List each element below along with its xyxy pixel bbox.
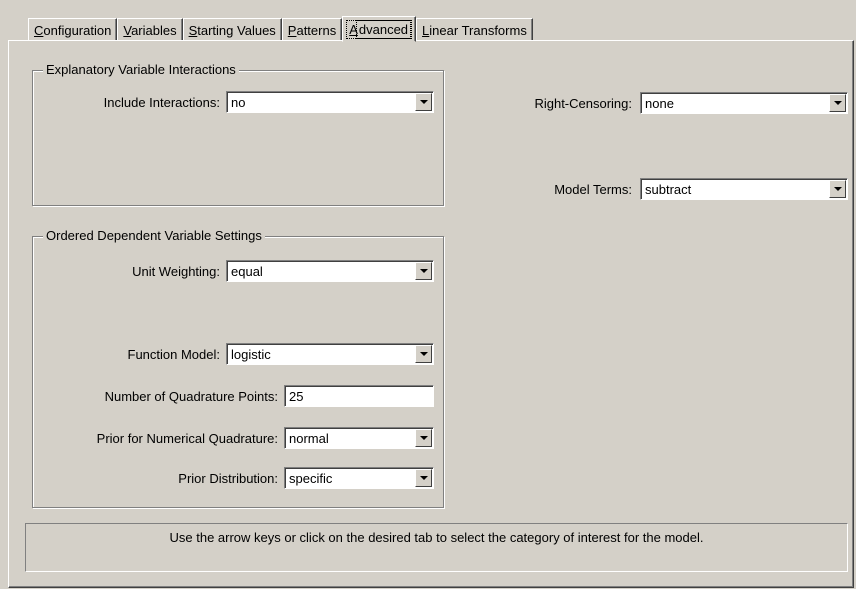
unit-weighting-value: equal [231, 264, 263, 279]
include-interactions-dropdown-button[interactable] [415, 93, 432, 111]
prior-quadrature-label: Prior for Numerical Quadrature: [96, 431, 278, 446]
right-censoring-label: Right-Censoring: [534, 96, 632, 111]
unit-weighting-dropdown-button[interactable] [415, 262, 432, 280]
model-terms-label: Model Terms: [554, 182, 632, 197]
tab-patterns[interactable]: Patterns [281, 18, 343, 41]
right-censoring-value: none [645, 96, 674, 111]
model-terms-dropdown-button[interactable] [829, 180, 846, 198]
chevron-down-icon [419, 436, 428, 440]
chevron-down-icon [833, 101, 842, 105]
ordered-dv-group-title: Ordered Dependent Variable Settings [43, 228, 265, 243]
include-interactions-value: no [231, 95, 246, 110]
prior-quadrature-select[interactable]: normal [284, 427, 434, 449]
prior-distribution-value: specific [289, 471, 333, 486]
function-model-value: logistic [231, 347, 271, 362]
unit-weighting-select[interactable]: equal [226, 260, 434, 282]
prior-quadrature-dropdown-button[interactable] [415, 429, 432, 447]
help-text-panel: Use the arrow keys or click on the desir… [25, 523, 848, 572]
model-terms-select[interactable]: subtract [640, 178, 848, 200]
chevron-down-icon [419, 352, 428, 356]
tab-strip: Configuration Variables Starting Values … [28, 16, 533, 42]
include-interactions-select[interactable]: no [226, 91, 434, 113]
prior-distribution-select[interactable]: specific [284, 467, 434, 489]
prior-distribution-label: Prior Distribution: [178, 471, 278, 486]
interactions-group-title: Explanatory Variable Interactions [43, 62, 239, 77]
chevron-down-icon [419, 476, 428, 480]
chevron-down-icon [833, 187, 842, 191]
include-interactions-label: Include Interactions: [103, 95, 220, 110]
tab-configuration[interactable]: Configuration [28, 18, 118, 41]
model-terms-value: subtract [645, 182, 692, 197]
right-censoring-select[interactable]: none [640, 92, 848, 114]
help-text: Use the arrow keys or click on the desir… [169, 530, 704, 545]
quadrature-points-input[interactable] [284, 385, 434, 407]
unit-weighting-label: Unit Weighting: [132, 264, 220, 279]
tab-advanced[interactable]: Advanced [342, 16, 417, 42]
function-model-label: Function Model: [127, 347, 221, 362]
function-model-dropdown-button[interactable] [415, 345, 432, 363]
chevron-down-icon [419, 269, 428, 273]
tab-linear-transforms[interactable]: Linear Transforms [416, 18, 533, 41]
prior-distribution-dropdown-button[interactable] [415, 469, 432, 487]
right-censoring-dropdown-button[interactable] [829, 94, 846, 112]
function-model-select[interactable]: logistic [226, 343, 434, 365]
quadrature-points-label: Number of Quadrature Points: [104, 389, 278, 404]
tab-variables[interactable]: Variables [117, 18, 183, 41]
tab-starting-values[interactable]: Starting Values [182, 18, 282, 41]
prior-quadrature-value: normal [289, 431, 329, 446]
chevron-down-icon [419, 100, 428, 104]
